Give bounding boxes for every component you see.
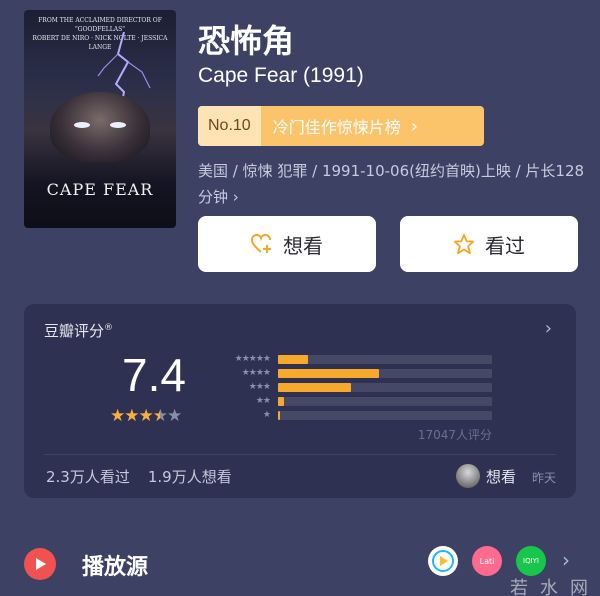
rating-distribution: ★★★★★ ★★★★ ★★★ ★★ ★ [216,352,492,422]
friend-action: 想看 [486,468,517,486]
movie-poster[interactable]: FROM THE ACCLAIMED DIRECTOR OF "GOODFELL… [24,10,176,228]
distribution-bar [278,410,281,420]
distribution-track [278,410,492,420]
distribution-track [278,396,492,406]
distribution-row-3: ★★★ [216,380,492,394]
avatar[interactable] [456,464,480,488]
want-to-watch-label: 想看 [283,233,323,258]
wanted-count: 1.9万人想看 [147,468,232,486]
poster-title: CAPE FEAR [46,180,154,199]
rating-score: 7.4 [122,349,186,401]
ranking-badge[interactable]: No.10 冷门佳作惊悚片榜 › [198,106,484,146]
distribution-bar [278,368,379,378]
ranking-number: No.10 [198,106,261,146]
poster-eye-right [110,122,126,128]
star-half-icon: ★ [152,406,168,426]
star-full-icon: ★ [138,406,154,426]
distribution-row-4: ★★★★ [216,366,492,380]
watch-stats: 2.3万人看过 1.9万人想看 [46,466,232,487]
distribution-stars: ★★ [255,396,271,406]
play-icon[interactable] [24,548,56,580]
distribution-row-5: ★★★★★ [216,352,492,366]
watched-button[interactable]: 看过 [400,216,578,272]
distribution-stars: ★★★★★ [234,354,271,364]
distribution-bar [278,382,351,392]
poster-eye-left [74,122,90,128]
heart-plus-icon [251,234,271,253]
iqiyi-icon[interactable]: IQIYI [516,546,546,576]
star-outline-icon [453,233,475,255]
distribution-bar [278,354,308,364]
movie-meta[interactable]: 美国 / 惊悚 犯罪 / 1991-10-06(纽约首映)上映 / 片长128 … [198,158,588,210]
rating-stars: ★★★★★ [110,406,182,426]
watched-count: 2.3万人看过 [46,468,130,486]
rating-label: 豆瓣评分® [44,322,114,340]
distribution-stars: ★ [262,410,271,420]
rating-count: 17047人评分 [417,428,492,442]
distribution-track [278,368,492,378]
chevron-right-icon[interactable]: › [562,548,570,572]
distribution-row-1: ★ [216,408,492,422]
star-empty-icon: ★ [167,406,182,426]
chevron-right-icon: › [410,115,418,137]
ranking-name: 冷门佳作惊悚片榜 [272,118,401,137]
want-to-watch-button[interactable]: 想看 [198,216,376,272]
star-full-icon: ★ [110,406,125,426]
distribution-bar [278,396,285,406]
video-source-icon[interactable]: Lati [472,546,502,576]
chevron-right-icon[interactable]: › [545,318,552,339]
rating-card[interactable]: 豆瓣评分® › 7.4 ★★★★★ ★★★★★ ★★★★ ★★★ ★★ ★ 17… [24,304,576,498]
poster-face [50,92,150,162]
divider [44,454,556,455]
distribution-stars: ★★★★ [241,368,271,378]
movie-title-chinese: 恐怖角 [198,22,295,60]
watermark: 若水网 [510,578,600,596]
watched-label: 看过 [485,233,525,258]
star-full-icon: ★ [124,406,139,426]
video-source-icon[interactable] [428,546,458,576]
play-source-label[interactable]: 播放源 [82,549,148,581]
distribution-row-2: ★★ [216,394,492,408]
distribution-track [278,354,492,364]
distribution-stars: ★★★ [248,382,271,392]
movie-title-original: Cape Fear (1991) [198,64,364,87]
distribution-track [278,382,492,392]
friend-action-time: 昨天 [532,471,557,485]
